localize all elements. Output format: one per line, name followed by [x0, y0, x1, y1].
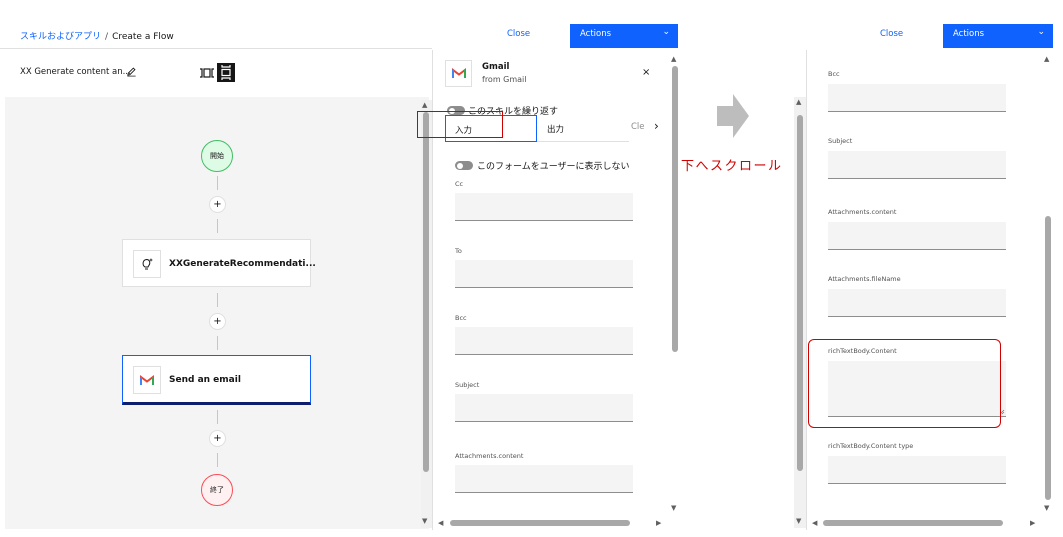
- vertical-layout-icon: [221, 65, 231, 80]
- breadcrumb: スキルおよびアプリ / Create a Flow: [20, 29, 174, 42]
- scroll-down-arrow[interactable]: ▼: [796, 517, 801, 525]
- breadcrumb-parent-link[interactable]: スキルおよびアプリ: [20, 32, 101, 42]
- scroll-up-arrow[interactable]: ▲: [422, 101, 427, 109]
- field-label-attachments-filename: Attachments.fileName: [828, 275, 901, 283]
- field-label-attachments-content: Attachments.content: [828, 208, 897, 216]
- subject-input[interactable]: [828, 151, 1006, 179]
- end-node[interactable]: 終了: [201, 474, 233, 506]
- breadcrumb-separator: /: [105, 32, 109, 42]
- tab-output-label: 出力: [547, 125, 565, 135]
- panel-horizontal-scroll-thumb[interactable]: [450, 520, 630, 526]
- bcc-input[interactable]: [828, 84, 1006, 112]
- panel-vertical-scroll-thumb[interactable]: [672, 66, 678, 352]
- flow-name: XX Generate content an...: [20, 67, 131, 77]
- subject-input[interactable]: [455, 394, 633, 422]
- connector: [217, 453, 218, 467]
- panel-scroll-left-arrow[interactable]: ◀: [438, 519, 443, 527]
- tab-output[interactable]: 出力: [537, 115, 629, 142]
- panel-close-icon[interactable]: ×: [642, 67, 650, 78]
- bcc-input[interactable]: [455, 327, 633, 355]
- cc-input[interactable]: [455, 193, 633, 221]
- horizontal-layout-icon[interactable]: [199, 65, 215, 81]
- field-label-bcc: Bcc: [455, 314, 467, 322]
- tab-next-chevron-icon[interactable]: ›: [654, 119, 659, 133]
- connector: [217, 410, 218, 424]
- chevron-down-icon: ⌄: [1037, 27, 1045, 37]
- gmail-icon: [451, 68, 466, 78]
- close-button[interactable]: Close: [880, 29, 903, 39]
- actions-label: Actions: [953, 29, 985, 39]
- richtext-content-type-input[interactable]: [828, 456, 1006, 484]
- field-label-to: To: [455, 247, 462, 255]
- connector: [217, 219, 218, 233]
- panel-scroll-up-arrow[interactable]: ▲: [671, 55, 676, 63]
- actions-dropdown[interactable]: Actions ⌄: [570, 24, 678, 48]
- panel-horizontal-scroll-thumb[interactable]: [823, 520, 1003, 526]
- email-node-label: Send an email: [169, 375, 241, 385]
- panel-scroll-right-arrow[interactable]: ▶: [1030, 519, 1035, 527]
- highlight-richtext-field: [808, 339, 1001, 428]
- vertical-layout-toggle[interactable]: [217, 63, 235, 82]
- tab-clear[interactable]: Cle: [631, 122, 645, 132]
- add-step-button[interactable]: +: [209, 430, 226, 447]
- attachments-filename-input[interactable]: [828, 289, 1006, 317]
- attachments-content-input[interactable]: [455, 465, 633, 493]
- add-step-button[interactable]: +: [209, 196, 226, 213]
- header-divider: [0, 48, 432, 49]
- skill-node-label: XXGenerateRecommendati...: [169, 259, 316, 269]
- actions-label: Actions: [580, 29, 612, 39]
- close-button[interactable]: Close: [507, 29, 530, 39]
- panel-scroll-left-arrow[interactable]: ◀: [812, 519, 817, 527]
- scroll-down-annotation: 下へスクロール: [681, 159, 783, 174]
- chevron-down-icon: ⌄: [662, 27, 670, 37]
- connector: [217, 336, 218, 350]
- field-label-cc: Cc: [455, 180, 464, 188]
- panel-scroll-up-arrow[interactable]: ▲: [1044, 55, 1049, 63]
- actions-dropdown[interactable]: Actions ⌄: [943, 24, 1053, 48]
- field-label-subject: Subject: [828, 137, 853, 145]
- panel-scroll-down-arrow[interactable]: ▼: [671, 504, 676, 512]
- canvas-scroll-thumb[interactable]: [423, 112, 429, 472]
- panel-scroll-right-arrow[interactable]: ▶: [656, 519, 661, 527]
- to-input[interactable]: [455, 260, 633, 288]
- hide-form-toggle[interactable]: [455, 161, 473, 170]
- field-label-subject: Subject: [455, 381, 480, 389]
- hide-form-label: このフォームをユーザーに表示しない: [477, 162, 630, 172]
- email-node-card[interactable]: Send an email: [122, 355, 311, 405]
- add-step-button[interactable]: +: [209, 313, 226, 330]
- gmail-app-icon-box: [445, 60, 472, 87]
- field-label-richtext-content-type: richTextBody.Content type: [828, 442, 914, 450]
- skill-icon-box: [133, 250, 161, 278]
- panel-scroll-down-arrow[interactable]: ▼: [1044, 504, 1049, 512]
- gmail-icon: [140, 374, 154, 385]
- start-node[interactable]: 開始: [201, 140, 233, 172]
- connector: [217, 176, 218, 190]
- skill-node-card[interactable]: XXGenerateRecommendati...: [122, 239, 316, 287]
- scroll-up-arrow[interactable]: ▲: [796, 98, 801, 106]
- field-label-attachments-content: Attachments.content: [455, 452, 524, 460]
- connector: [217, 293, 218, 307]
- panel-vertical-scroll-thumb[interactable]: [1045, 216, 1051, 500]
- scroll-down-arrow[interactable]: ▼: [422, 517, 427, 525]
- breadcrumb-current: Create a Flow: [112, 32, 174, 42]
- canvas-scroll-thumb[interactable]: [797, 115, 803, 471]
- gmail-icon-box: [133, 366, 161, 394]
- app-name: Gmail: [482, 62, 510, 72]
- edit-pencil-icon[interactable]: [126, 66, 137, 77]
- field-label-bcc: Bcc: [828, 70, 840, 78]
- app-source: from Gmail: [482, 75, 527, 84]
- highlight-input-tab: [417, 111, 503, 138]
- lightbulb-sparkle-icon: [142, 258, 153, 270]
- attachments-content-input[interactable]: [828, 222, 1006, 250]
- right-arrow-icon: [717, 94, 749, 138]
